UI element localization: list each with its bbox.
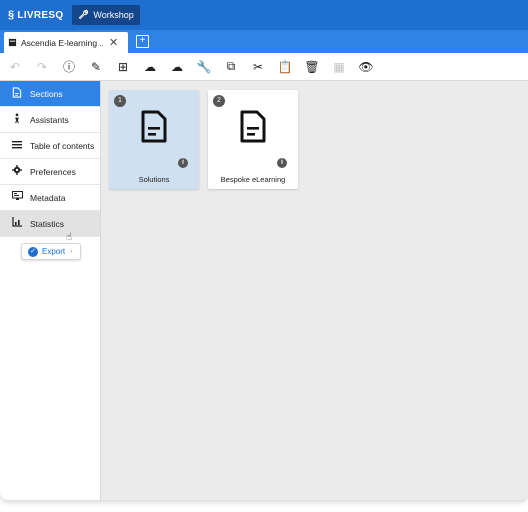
card-number: 2 <box>213 95 225 107</box>
document-icon <box>240 110 266 143</box>
cloud-download-icon: ☁ <box>144 59 156 74</box>
sidebar-item-sections[interactable]: Sections <box>0 81 100 107</box>
section-card-1[interactable]: 1 i Solutions <box>109 90 199 189</box>
tools-button[interactable]: 🔧 <box>195 58 213 76</box>
export-label: Export <box>42 247 66 256</box>
monitor-icon <box>11 191 23 204</box>
brand-logo[interactable]: § LIVRESQ <box>8 9 63 21</box>
sidebar-item-assistants[interactable]: Assistants <box>0 107 100 133</box>
paste-button[interactable]: 📋 <box>276 58 294 76</box>
close-icon[interactable]: ✕ <box>109 36 118 49</box>
card-number: 1 <box>114 95 126 107</box>
list-icon <box>11 140 23 152</box>
delete-icon: 🗑 <box>304 59 320 74</box>
sidebar-item-label: Sections <box>30 88 63 99</box>
edit-icon: ✎ <box>90 59 102 74</box>
preview-icon: 👁 <box>358 59 374 74</box>
sidebar-item-label: Assistants <box>30 114 69 125</box>
cloud-upload-icon: ☁ <box>171 59 183 74</box>
cloud-upload-button[interactable]: ☁ <box>168 58 186 76</box>
add-section-icon: ⊞ <box>117 59 129 74</box>
logo-icon: § <box>8 9 15 21</box>
sidebar-item-label: Table of contents <box>30 140 95 151</box>
tab-label: Ascendia E-learning ... <box>21 37 103 48</box>
info-icon[interactable]: i <box>277 158 287 168</box>
layout-icon: ▦ <box>333 59 345 74</box>
workshop-label: Workshop <box>93 10 134 20</box>
top-bar: § LIVRESQ Workshop <box>0 0 528 30</box>
sidebar-item-metadata[interactable]: Metadata <box>0 185 100 211</box>
sidebar-item-label: Statistics <box>30 218 65 229</box>
add-tab-button[interactable]: + <box>136 35 149 48</box>
cloud-download-button[interactable]: ☁ <box>141 58 159 76</box>
info-icon: ⓘ <box>62 60 75 74</box>
sidebar: Sections Assistants Table of contents Pr… <box>0 81 101 500</box>
preview-button[interactable]: 👁 <box>357 58 375 76</box>
wrench-icon <box>78 9 89 22</box>
sidebar-item-table-of-contents[interactable]: Table of contents <box>0 133 100 159</box>
export-button[interactable]: ✓ Export › <box>21 243 81 260</box>
undo-icon: ↶ <box>9 59 21 74</box>
brand-name: LIVRESQ <box>17 9 64 21</box>
caret-right-icon: › <box>70 248 73 255</box>
delete-button[interactable]: 🗑 <box>303 58 321 76</box>
section-card-2[interactable]: 2 i Bespoke eLearning <box>208 90 298 189</box>
workshop-button[interactable]: Workshop <box>72 5 140 25</box>
info-icon[interactable]: i <box>178 158 188 168</box>
redo-button[interactable]: ↷ <box>33 58 51 76</box>
app-window: § LIVRESQ Workshop Ascendia E-learning .… <box>0 0 528 500</box>
toolbar: ↶ ↷ ⓘ ✎ ⊞ ☁ ☁ 🔧 ⧉ ✂ 📋 🗑 ▦ 👁 <box>0 53 528 81</box>
sidebar-item-statistics[interactable]: Statistics <box>0 211 100 237</box>
add-section-button[interactable]: ⊞ <box>114 58 132 76</box>
check-icon: ✓ <box>28 246 38 257</box>
tools-icon: 🔧 <box>196 59 212 74</box>
document-icon <box>11 86 23 101</box>
undo-button[interactable]: ↶ <box>6 58 24 76</box>
card-title: Bespoke eLearning <box>220 175 286 184</box>
walking-person-icon <box>11 112 23 127</box>
edit-button[interactable]: ✎ <box>87 58 105 76</box>
chart-icon <box>11 217 23 230</box>
gear-icon <box>11 165 23 178</box>
info-button[interactable]: ⓘ <box>60 58 78 76</box>
document-icon <box>141 110 167 143</box>
card-title: Solutions <box>138 175 170 184</box>
book-icon <box>8 38 17 47</box>
paste-icon: 📋 <box>277 59 293 74</box>
tab-bar: Ascendia E-learning ... ✕ + <box>0 30 528 53</box>
cut-button[interactable]: ✂ <box>249 58 267 76</box>
copy-button[interactable]: ⧉ <box>222 58 240 76</box>
redo-icon: ↷ <box>36 59 48 74</box>
sidebar-item-preferences[interactable]: Preferences <box>0 159 100 185</box>
sidebar-item-label: Preferences <box>30 166 76 177</box>
copy-icon: ⧉ <box>226 59 236 73</box>
layout-button[interactable]: ▦ <box>330 58 348 76</box>
sidebar-item-label: Metadata <box>30 192 66 203</box>
cut-icon: ✂ <box>252 59 264 74</box>
tab-ascendia[interactable]: Ascendia E-learning ... ✕ <box>4 32 128 53</box>
hand-cursor-icon: ☝ <box>66 232 73 243</box>
